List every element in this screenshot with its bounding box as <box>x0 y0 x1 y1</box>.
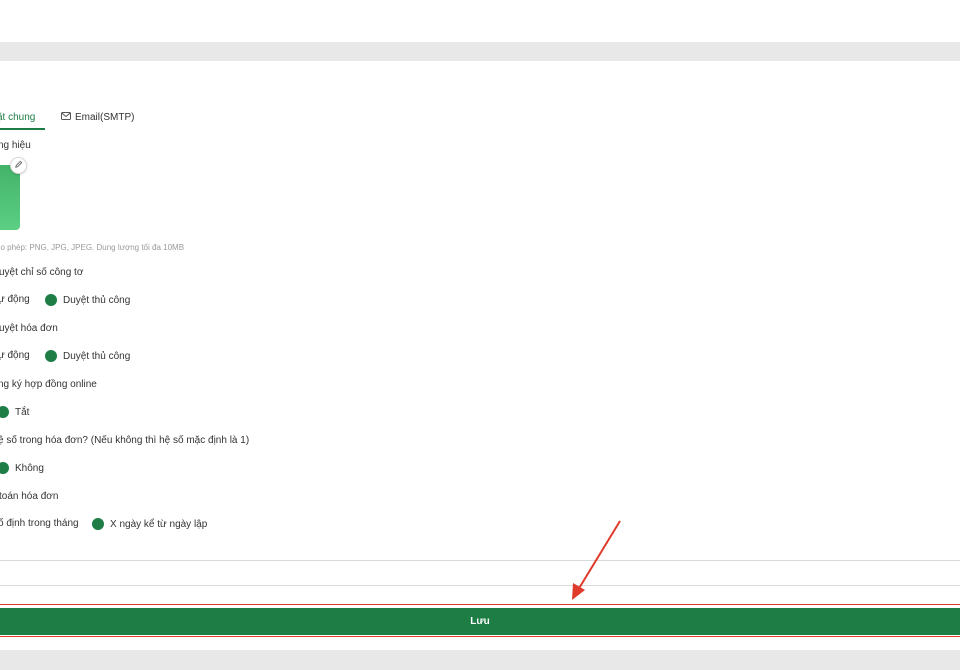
meter-approval-auto-option[interactable]: ự động <box>0 294 30 305</box>
top-divider-band <box>0 42 960 61</box>
radio-selected-icon <box>92 518 104 530</box>
tab-general-settings[interactable]: ặt chung <box>0 111 35 125</box>
pencil-icon <box>14 160 23 172</box>
radio-option-label: Tắt <box>15 406 30 418</box>
active-tab-indicator <box>0 128 45 130</box>
edit-logo-button[interactable] <box>10 157 27 174</box>
mail-icon <box>61 111 71 125</box>
brand-logo-image[interactable] <box>0 165 20 230</box>
tab-email-smtp[interactable]: Email(SMTP) <box>61 111 134 125</box>
radio-selected-icon <box>0 406 9 418</box>
bottom-divider-band <box>0 650 960 670</box>
radio-option-label: Duyệt thủ công <box>63 350 131 362</box>
tab-email-label: Email(SMTP) <box>75 112 135 123</box>
radio-option-label: X ngày kể từ ngày lập <box>110 518 208 530</box>
invoice-approval-manual-option[interactable]: Duyệt thủ công <box>45 350 130 362</box>
online-contract-label: ng ký hợp đồng online <box>0 379 97 390</box>
radio-selected-icon <box>45 294 57 306</box>
upload-hint-text: ho phép: PNG, JPG, JPEG. Dung lượng tối … <box>0 243 185 252</box>
radio-option-label: ố định trong tháng <box>0 518 79 529</box>
radio-option-label: ự động <box>0 294 30 305</box>
online-contract-off-option[interactable]: Tắt <box>0 406 29 418</box>
payment-x-days-option[interactable]: X ngày kể từ ngày lập <box>92 518 207 530</box>
settings-panel <box>0 61 960 650</box>
radio-selected-icon <box>45 350 57 362</box>
divider <box>0 560 960 561</box>
radio-selected-icon <box>0 462 9 474</box>
invoice-coefficient-no-option[interactable]: Không <box>0 462 44 474</box>
save-button[interactable]: Lưu <box>0 608 960 635</box>
payment-fixed-day-option[interactable]: ố định trong tháng <box>0 518 79 529</box>
brand-logo-label: ng hiệu <box>0 140 31 151</box>
invoice-approval-auto-option[interactable]: ự động <box>0 350 30 361</box>
invoice-approval-label: uyệt hóa đơn <box>0 323 58 334</box>
radio-option-label: ự động <box>0 350 30 361</box>
invoice-coefficient-label: ệ số trong hóa đơn? (Nếu không thì hệ số… <box>0 435 250 446</box>
meter-approval-label: uyệt chỉ số công tơ <box>0 267 84 278</box>
divider <box>0 585 960 586</box>
radio-option-label: Duyệt thủ công <box>63 294 131 306</box>
meter-approval-manual-option[interactable]: Duyệt thủ công <box>45 294 130 306</box>
radio-option-label: Không <box>15 462 44 474</box>
invoice-payment-label: toán hóa đơn <box>0 491 59 502</box>
